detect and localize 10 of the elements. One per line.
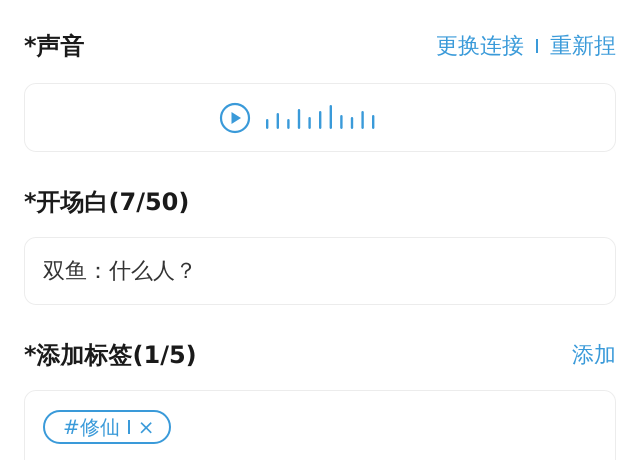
action-link[interactable]: 重新捏 — [550, 31, 616, 61]
remove-icon[interactable]: × — [138, 415, 155, 439]
section-title: *添加标签(1/5) — [24, 340, 197, 371]
action-link[interactable]: 更换连接 — [436, 31, 524, 61]
play-icon[interactable] — [219, 102, 251, 134]
add-link[interactable]: 添加 — [572, 340, 616, 370]
section-title: *开场白(7/50) — [24, 187, 190, 218]
opening-line-field[interactable]: 双鱼：什么人？ — [24, 237, 616, 305]
section-title: *声音 — [24, 31, 85, 62]
tag-label: #修仙 — [63, 414, 120, 440]
